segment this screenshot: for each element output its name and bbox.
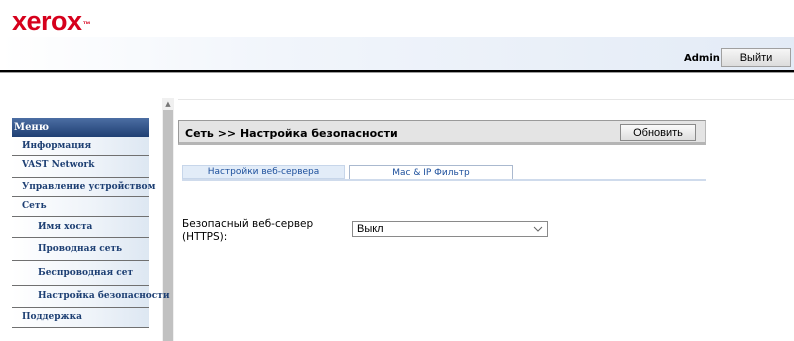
page-title: Сеть >> Настройка безопасности — [185, 127, 398, 140]
xerox-logo: xerox™ — [12, 6, 91, 36]
sidebar-item-wireless-network[interactable]: Беспроводная сет — [12, 261, 149, 286]
sidebar-item-support[interactable]: Поддержка — [12, 308, 149, 328]
sidebar-item-label: Управление устройством — [22, 182, 156, 192]
sidebar-item-label: Информация — [22, 141, 92, 151]
sidebar-item-label: VAST Network — [22, 160, 95, 170]
sidebar-item-security-settings[interactable]: Настройка безопасности — [12, 286, 170, 308]
https-select-value: Выкл — [357, 223, 384, 235]
https-select[interactable]: Выкл — [352, 221, 548, 237]
logout-button[interactable]: Выйти — [721, 48, 791, 67]
page-title-bar: Сеть >> Настройка безопасности Обновить — [178, 120, 706, 145]
tab-web-server-settings[interactable]: Настройки веб-сервера — [182, 165, 345, 179]
header-divider — [0, 72, 794, 73]
refresh-button[interactable]: Обновить — [620, 124, 696, 141]
sidebar-item-wired-network[interactable]: Проводная сеть — [12, 238, 149, 261]
top-bar — [0, 37, 794, 72]
sidebar-item-vast-network[interactable]: VAST Network — [12, 156, 149, 178]
sidebar-item-information[interactable]: Информация — [12, 137, 149, 156]
sidebar-item-hostname[interactable]: Имя хоста — [12, 217, 149, 238]
tab-underline — [182, 179, 706, 181]
menu-header: Меню — [12, 118, 149, 137]
sidebar-item-label: Поддержка — [22, 312, 82, 322]
sidebar-item-label: Проводная сеть — [38, 244, 123, 254]
sidebar-item-network[interactable]: Сеть — [12, 197, 149, 217]
sidebar-item-label: Настройка безопасности — [38, 291, 170, 301]
sidebar-item-label: Сеть — [22, 201, 47, 211]
sidebar-item-label: Беспроводная сет — [38, 268, 134, 278]
sidebar-scrollbar[interactable]: ▲ — [162, 98, 174, 341]
scroll-thumb[interactable] — [163, 110, 173, 341]
user-label: Admin — [684, 53, 720, 64]
caret-up-icon[interactable]: ▲ — [162, 98, 174, 110]
content-divider — [178, 99, 794, 100]
https-field-label: Безопасный веб-сервер (HTTPS): — [182, 218, 314, 243]
sidebar-item-label: Имя хоста — [38, 222, 93, 232]
chevron-down-icon — [533, 226, 543, 232]
sidebar-item-device-management[interactable]: Управление устройством — [12, 178, 155, 197]
tab-mac-ip-filter[interactable]: Mac & IP Фильтр — [349, 165, 513, 179]
